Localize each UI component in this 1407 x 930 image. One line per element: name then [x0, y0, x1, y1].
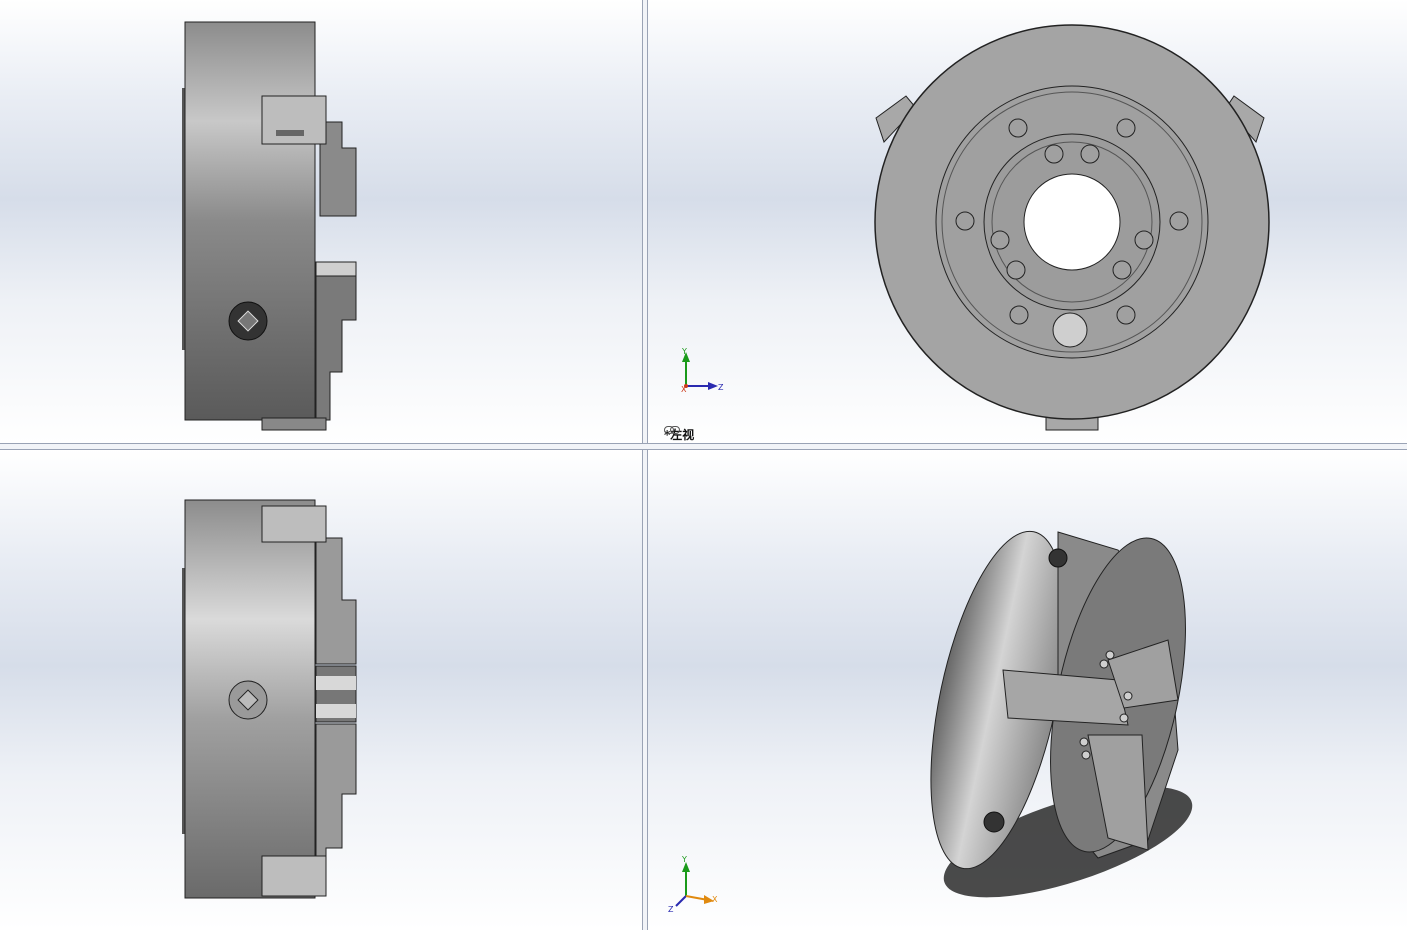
- viewport-left[interactable]: Y Z X *左视: [648, 0, 1407, 443]
- z-axis-label: Z: [718, 383, 724, 392]
- jaw-step-bottom: [315, 261, 357, 421]
- z-axis-label-iso: Z: [668, 905, 674, 914]
- y-axis-label-iso: Y: [681, 855, 687, 864]
- chuck-side-view: [182, 21, 357, 431]
- coordinate-triad: Y Z X: [681, 347, 724, 394]
- jaw-bottom: [261, 855, 327, 897]
- coordinate-triad-iso: Y Z X: [668, 855, 718, 914]
- viewport-isometric[interactable]: Y Z X: [648, 450, 1407, 930]
- chuck-body: [184, 21, 316, 421]
- jaw-top: [261, 505, 327, 543]
- viewport-front[interactable]: [0, 0, 642, 443]
- x-axis-label-iso: X: [712, 895, 718, 904]
- y-axis-label: Y: [681, 347, 687, 356]
- key-socket-icon: [1048, 548, 1068, 568]
- chuck-isometric-view: Y Z X: [668, 530, 1193, 914]
- jaw-top: [261, 95, 327, 145]
- chuck-face-view: Y Z X: [681, 24, 1270, 431]
- viewport-splitter-vertical[interactable]: [642, 0, 648, 930]
- link-chain-icon: [664, 426, 680, 434]
- key-socket-icon: [1052, 312, 1088, 348]
- viewport-top[interactable]: [0, 450, 642, 930]
- viewport-splitter-horizontal[interactable]: [0, 443, 1407, 450]
- jaw-bottom: [261, 417, 327, 431]
- x-axis-label: X: [681, 385, 687, 394]
- chuck-top-view: [182, 499, 357, 899]
- view-name-label: *左视: [664, 426, 694, 443]
- center-bore: [1023, 173, 1121, 271]
